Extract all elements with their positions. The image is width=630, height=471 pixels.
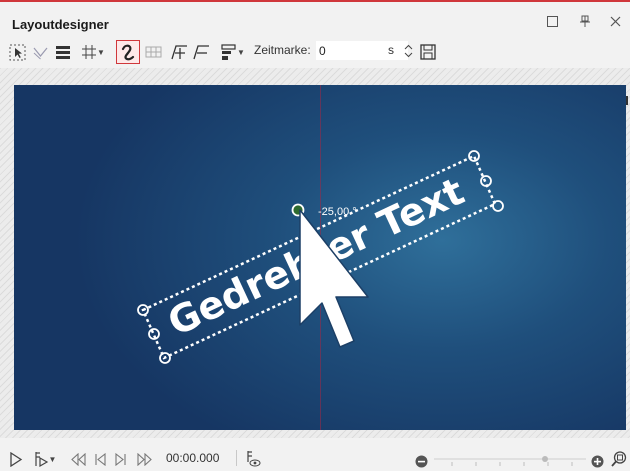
window-title: Layoutdesigner [12,17,109,32]
zoom-slider-thumb[interactable] [542,456,548,462]
guides-icon [33,47,47,59]
title-bar: Layoutdesigner [0,2,630,36]
fill-lines-tool-button[interactable] [54,42,72,62]
preview-button[interactable] [244,449,262,467]
align-icon [221,43,236,60]
zoom-slider[interactable] [432,450,588,470]
play-icon [10,451,23,467]
first-frame-button[interactable] [70,450,86,468]
table-tool-button[interactable] [144,42,162,62]
play-button[interactable] [8,450,24,468]
curve-path-tool-button[interactable] [116,40,140,64]
toolbar-separator [236,450,237,466]
select-tool-button[interactable] [8,42,26,62]
pin-icon [580,15,590,27]
select-pointer-icon [9,44,25,60]
timestamp-spinner[interactable] [402,41,414,61]
close-button[interactable] [606,12,624,30]
timestamp-label: Zeitmarke: [254,43,311,57]
first-frame-icon [70,452,86,466]
previous-frame-button[interactable] [93,450,107,468]
timestamp-unit: s [388,43,394,57]
guides-tool-button[interactable] [31,42,49,62]
last-frame-button[interactable] [135,450,153,468]
next-frame-button[interactable] [114,450,128,468]
chevron-down-icon: ▼ [237,47,245,57]
spinner-icon [404,44,412,58]
timestamp-input[interactable] [316,41,408,60]
zoom-in-icon [591,455,603,467]
save-icon [420,44,436,60]
zoom-fit-button[interactable] [611,450,627,468]
play-from-mark-button[interactable]: ▼ [30,450,60,468]
last-frame-icon [136,452,152,466]
previous-frame-icon [95,452,106,466]
grid-icon [82,45,97,59]
remove-keyframe-icon [192,44,209,59]
add-keyframe-button[interactable] [169,42,189,62]
chevron-down-icon: ▼ [48,454,57,464]
zoom-fit-icon [611,451,627,467]
close-icon [610,16,620,26]
pin-button[interactable] [576,12,594,30]
table-icon [145,46,161,58]
zoom-out-button[interactable] [414,452,428,470]
preview-icon [247,450,261,466]
grid-tool-button[interactable]: ▼ [79,42,107,62]
remove-keyframe-button[interactable] [191,42,211,62]
play-from-mark-icon [34,452,48,467]
fill-lines-icon [56,46,70,59]
zoom-in-button[interactable] [590,452,604,470]
timecode-display: 00:00.000 [166,451,220,465]
chevron-down-icon: ▼ [97,47,105,57]
next-frame-icon [115,452,126,466]
align-tool-button[interactable]: ▼ [217,42,249,62]
maximize-button[interactable] [543,12,561,30]
zoom-out-icon [415,455,427,467]
square-icon [546,15,558,27]
center-guide-line [320,85,321,430]
curve-path-icon [121,44,135,61]
ruler-marker [626,96,628,105]
add-keyframe-icon [170,44,187,59]
save-button[interactable] [419,42,437,62]
